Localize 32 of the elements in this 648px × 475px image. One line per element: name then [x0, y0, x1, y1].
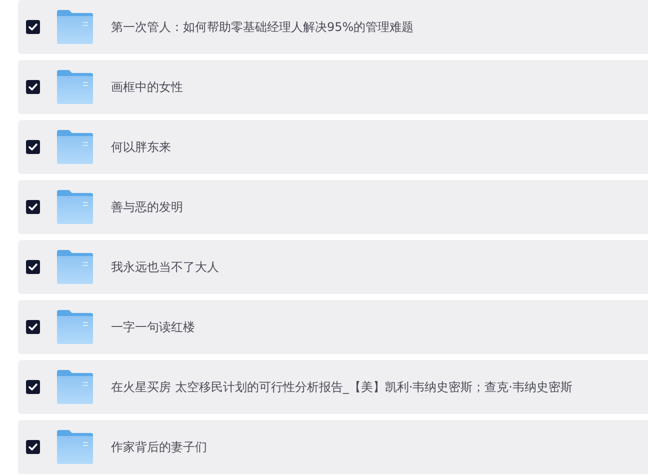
folder-row[interactable]: 一字一句读红楼: [18, 300, 648, 354]
folder-row[interactable]: 何以胖东来: [18, 120, 648, 174]
folder-icon: [57, 190, 93, 224]
folder-icon: [57, 370, 93, 404]
folder-icon: [57, 70, 93, 104]
checkbox[interactable]: [26, 140, 40, 154]
folder-row[interactable]: 我永远也当不了大人: [18, 240, 648, 294]
folder-name: 何以胖东来: [111, 138, 171, 156]
folder-row[interactable]: 画框中的女性: [18, 60, 648, 114]
folder-row[interactable]: 在火星买房 太空移民计划的可行性分析报告_【美】凯利·韦纳史密斯；查克·韦纳史密斯: [18, 360, 648, 414]
folder-name: 善与恶的发明: [111, 198, 183, 216]
checkbox[interactable]: [26, 440, 40, 454]
folder-row[interactable]: 第一次管人：如何帮助零基础经理人解决95%的管理难题: [18, 0, 648, 54]
folder-name: 在火星买房 太空移民计划的可行性分析报告_【美】凯利·韦纳史密斯；查克·韦纳史密斯: [111, 378, 572, 396]
folder-name: 画框中的女性: [111, 78, 183, 96]
folder-icon: [57, 430, 93, 464]
checkbox[interactable]: [26, 200, 40, 214]
checkbox[interactable]: [26, 380, 40, 394]
checkbox[interactable]: [26, 80, 40, 94]
folder-name: 我永远也当不了大人: [111, 258, 219, 276]
folder-icon: [57, 250, 93, 284]
folder-icon: [57, 130, 93, 164]
checkbox[interactable]: [26, 260, 40, 274]
checkbox[interactable]: [26, 320, 40, 334]
folder-name: 作家背后的妻子们: [111, 438, 207, 456]
folder-row[interactable]: 作家背后的妻子们: [18, 420, 648, 474]
folder-row[interactable]: 善与恶的发明: [18, 180, 648, 234]
folder-icon: [57, 10, 93, 44]
folder-icon: [57, 310, 93, 344]
folder-name: 一字一句读红楼: [111, 318, 195, 336]
checkbox[interactable]: [26, 20, 40, 34]
folder-name: 第一次管人：如何帮助零基础经理人解决95%的管理难题: [111, 18, 414, 36]
